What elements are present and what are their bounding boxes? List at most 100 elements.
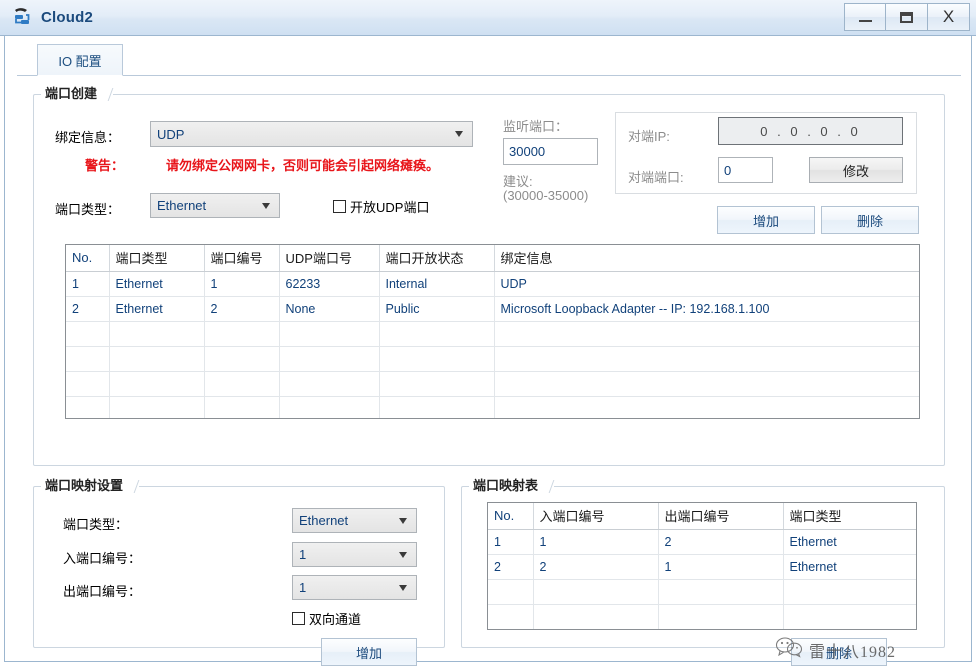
table-cell: 2 xyxy=(488,554,534,580)
map-out-port-combo[interactable]: 1 xyxy=(292,575,417,600)
column-header: 绑定信息 xyxy=(494,245,919,272)
table-cell xyxy=(109,346,205,372)
table-row[interactable]: 1 1 2 Ethernet xyxy=(488,529,916,555)
table-row-empty[interactable] xyxy=(488,579,916,605)
map-delete-button-label: 删除 xyxy=(825,645,852,661)
add-port-button[interactable]: 增加 xyxy=(717,206,815,234)
peer-port-value: 0 xyxy=(724,162,732,178)
column-header: 端口开放状态 xyxy=(379,245,495,272)
column-header: 出端口编号 xyxy=(658,503,784,530)
table-cell xyxy=(109,396,205,418)
port-table-grid: No. 端口类型 端口编号 UDP端口号 端口开放状态 绑定信息 1 Ethernet 1 62… xyxy=(66,245,919,418)
table-row-empty[interactable] xyxy=(66,396,919,418)
table-cell xyxy=(533,630,658,631)
column-header: 端口类型 xyxy=(783,503,916,530)
bind-info-combo[interactable]: UDP xyxy=(150,121,473,147)
table-cell xyxy=(66,321,110,347)
table-row[interactable]: 2 Ethernet 2 None Public Microsoft Loopback A… xyxy=(66,296,919,322)
column-header: 端口编号 xyxy=(204,245,280,272)
map-port-type-combo[interactable]: Ethernet xyxy=(292,508,417,533)
table-cell xyxy=(494,321,919,347)
map-add-button[interactable]: 增加 xyxy=(321,638,417,666)
table-cell xyxy=(488,604,534,629)
column-header: No. xyxy=(66,245,110,272)
bidirectional-checkbox-label: 双向通道 xyxy=(309,612,362,627)
table-cell: 2 xyxy=(204,296,280,322)
peer-ip-label: 对端IP: xyxy=(628,129,670,144)
table-cell xyxy=(488,630,533,631)
map-port-type-combo-value: Ethernet xyxy=(299,513,349,528)
open-udp-checkbox[interactable]: 开放UDP端口 xyxy=(333,197,429,216)
table-cell: 2 xyxy=(658,529,784,555)
table-cell: Ethernet xyxy=(109,271,205,297)
maximize-button[interactable] xyxy=(886,3,928,31)
map-out-port-combo-value: 1 xyxy=(299,580,307,595)
table-cell xyxy=(279,346,380,372)
map-table-group-title: 端口映射表 xyxy=(469,476,555,496)
bidirectional-checkbox-box xyxy=(292,612,305,625)
close-button[interactable]: X xyxy=(928,3,970,31)
port-table-body: 1 Ethernet 1 62233 Internal UDP 2 Ethernet 2 None… xyxy=(66,271,919,418)
table-cell: UDP xyxy=(494,271,919,297)
port-type-combo-value: Ethernet xyxy=(157,198,207,213)
table-row-empty[interactable] xyxy=(66,321,919,347)
port-type-combo[interactable]: Ethernet xyxy=(150,193,280,218)
peer-ip-input[interactable]: 0 . 0 . 0 . 0 xyxy=(718,117,903,145)
table-cell xyxy=(279,371,380,397)
table-cell xyxy=(204,396,280,418)
table-cell xyxy=(488,579,534,605)
table-cell xyxy=(379,396,495,418)
map-port-type-label: 端口类型： xyxy=(63,517,129,532)
map-in-port-combo[interactable]: 1 xyxy=(292,542,417,567)
table-row-empty[interactable] xyxy=(66,371,919,397)
map-in-port-label: 入端口编号： xyxy=(63,551,142,566)
table-cell xyxy=(66,396,110,418)
table-cell: Ethernet xyxy=(109,296,205,322)
table-cell xyxy=(279,321,380,347)
table-cell xyxy=(494,346,919,372)
title-bar-left: Cloud2 xyxy=(12,6,93,28)
port-table[interactable]: No. 端口类型 端口编号 UDP端口号 端口开放状态 绑定信息 1 Ethernet 1 62… xyxy=(65,244,920,419)
bind-info-combo-value: UDP xyxy=(157,126,185,142)
warning-text: 请勿绑定公网网卡，否则可能会引起网络瘫痪。 xyxy=(166,158,440,173)
table-row[interactable]: 2 2 1 Ethernet xyxy=(488,554,916,580)
map-table-header-row: No. 入端口编号 出端口编号 端口类型 xyxy=(488,503,916,530)
map-settings-group-title: 端口映射设置 xyxy=(41,476,140,496)
chevron-down-icon xyxy=(455,131,464,137)
minimize-button[interactable] xyxy=(844,3,886,31)
modify-button[interactable]: 修改 xyxy=(809,157,903,183)
add-port-button-label: 增加 xyxy=(752,213,779,229)
map-in-port-combo-value: 1 xyxy=(299,547,307,562)
table-row-empty[interactable] xyxy=(66,346,919,372)
column-header: UDP端口号 xyxy=(279,245,380,272)
table-cell: Ethernet xyxy=(783,554,916,580)
tab-io-config[interactable]: IO 配置 xyxy=(37,44,123,76)
map-table-grid: No. 入端口编号 出端口编号 端口类型 1 1 2 Ethernet 2 2 1 Ethernet xyxy=(488,503,916,631)
map-add-button-label: 增加 xyxy=(355,645,382,661)
table-cell xyxy=(109,321,205,347)
peer-ip-value: 0 . 0 . 0 . 0 xyxy=(760,123,861,139)
table-row-empty[interactable] xyxy=(488,630,916,631)
table-row[interactable]: 1 Ethernet 1 62233 Internal UDP xyxy=(66,271,919,297)
open-udp-checkbox-label: 开放UDP端口 xyxy=(350,200,430,215)
table-cell: 1 xyxy=(658,554,784,580)
table-cell xyxy=(494,371,919,397)
delete-port-button[interactable]: 删除 xyxy=(821,206,919,234)
table-cell: 2 xyxy=(66,296,110,322)
suggest-range: (30000-35000) xyxy=(503,188,589,203)
table-row-empty[interactable] xyxy=(488,604,916,629)
bind-info-label: 绑定信息： xyxy=(55,130,121,145)
table-cell xyxy=(279,396,380,418)
peer-port-input[interactable]: 0 xyxy=(718,157,773,183)
bidirectional-checkbox[interactable]: 双向通道 xyxy=(292,609,361,628)
tab-strip: IO 配置 xyxy=(17,44,961,76)
port-type-label: 端口类型： xyxy=(55,202,121,217)
listen-port-input[interactable]: 30000 xyxy=(503,138,598,165)
map-delete-button[interactable]: 删除 xyxy=(791,638,887,666)
table-cell: None xyxy=(279,296,380,322)
table-cell xyxy=(109,371,205,397)
map-table[interactable]: No. 入端口编号 出端口编号 端口类型 1 1 2 Ethernet 2 2 1 Ethernet xyxy=(487,502,917,630)
table-cell xyxy=(379,346,495,372)
port-create-group-title: 端口创建 xyxy=(41,84,114,104)
map-out-port-label: 出端口编号： xyxy=(63,584,142,599)
